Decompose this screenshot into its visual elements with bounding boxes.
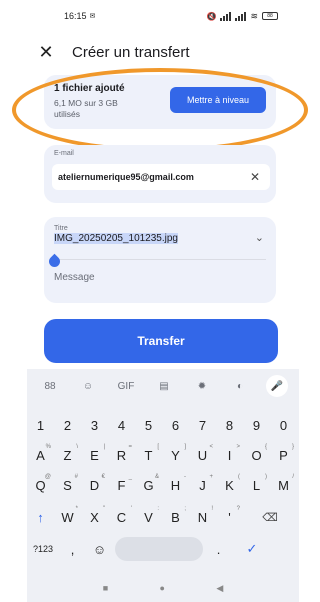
space-bar[interactable] [115, 537, 203, 561]
email-field[interactable]: E-mail ateliernumerique95@gmail.com ✕ [44, 145, 276, 203]
enter-check-icon[interactable]: ✓ [232, 534, 272, 564]
microphone-icon[interactable]: 🎤 [266, 375, 288, 397]
emoji-icon[interactable]: ☺ [86, 534, 113, 564]
email-label: E-mail [54, 150, 74, 157]
key-w[interactable]: W * [54, 502, 81, 532]
signal-icon-2 [235, 11, 247, 21]
title-input[interactable]: IMG_20250205_101235.jpg [54, 233, 178, 244]
upgrade-button[interactable]: Mettre à niveau [170, 87, 266, 113]
key-0[interactable]: 0 [270, 410, 297, 440]
key-j[interactable]: J + [189, 470, 216, 500]
keyboard-toolbar: 88 ☺ GIF ▤ ✹ ◐ 🎤 [27, 369, 299, 403]
palette-icon[interactable]: ◐ [228, 381, 252, 392]
key-u[interactable]: U < [189, 440, 216, 470]
apps-grid-icon[interactable]: 88 [38, 381, 62, 392]
key-q[interactable]: Q @ [27, 470, 54, 500]
letter-row-w: ↑ W * X " C ' V: B; N! '? ⌫ [27, 502, 297, 532]
recipient-email: ateliernumerique95@gmail.com [58, 172, 194, 182]
bottom-row: ?123 , ☺ . ✓ [27, 534, 272, 564]
signal-icon [220, 11, 232, 21]
back-icon[interactable]: ◀ [216, 583, 223, 594]
key-i[interactable]: I > [216, 440, 243, 470]
recents-icon[interactable]: ■ [103, 583, 108, 593]
key-n[interactable]: N! [189, 502, 216, 532]
files-added-label: 1 fichier ajouté [54, 83, 125, 94]
shift-key-icon[interactable]: ↑ [27, 502, 54, 532]
key-p[interactable]: P} [270, 440, 297, 470]
clipboard-icon[interactable]: ▤ [152, 381, 176, 392]
status-bar: 16:15 ✉ 🔇 ≋ 88 [0, 0, 312, 32]
mute-icon: 🔇 [206, 11, 217, 21]
key-7[interactable]: 7 [189, 410, 216, 440]
storage-usage-label: 6,1 MO sur 3 GB utilisés [54, 98, 118, 119]
key-g[interactable]: G & [135, 470, 162, 500]
key-period[interactable]: . [205, 534, 232, 564]
sticker-icon[interactable]: ☺ [76, 381, 100, 392]
number-row: 1 2 3 4 5 6 7 8 9 0 [27, 410, 297, 440]
key-z[interactable]: Z \ [54, 440, 81, 470]
key-x[interactable]: X " [81, 502, 108, 532]
gif-icon[interactable]: GIF [114, 381, 138, 392]
key-r[interactable]: R = [108, 440, 135, 470]
mail-notification-icon: ✉ [89, 13, 96, 20]
key-5[interactable]: 5 [135, 410, 162, 440]
key-6[interactable]: 6 [162, 410, 189, 440]
divider [54, 259, 266, 260]
navigation-bar: ■ ● ◀ [27, 574, 299, 602]
symbols-key[interactable]: ?123 [27, 534, 59, 564]
title-selected-text: IMG_20250205_101235.jpg [54, 233, 178, 244]
key-b[interactable]: B; [162, 502, 189, 532]
key-o[interactable]: O{ [243, 440, 270, 470]
title-label: Titre [54, 225, 68, 232]
key-c[interactable]: C ' [108, 502, 135, 532]
key-d[interactable]: D € [81, 470, 108, 500]
transfer-button[interactable]: Transfer [44, 319, 278, 363]
key-3[interactable]: 3 [81, 410, 108, 440]
settings-gear-icon[interactable]: ✹ [190, 381, 214, 392]
wifi-icon: ≋ [250, 10, 258, 21]
letter-row-a: A% Z \ E | R = T[ Y] U < I > O{ P} [27, 440, 297, 470]
key-y[interactable]: Y] [162, 440, 189, 470]
title-message-card: Titre IMG_20250205_101235.jpg ⌄ Message [44, 217, 276, 303]
key-s[interactable]: S # [54, 470, 81, 500]
key-h[interactable]: H- [162, 470, 189, 500]
chevron-down-icon[interactable]: ⌄ [255, 231, 264, 244]
letter-row-q: Q @ S # D € F _ G & H- J + K( L) M / [27, 470, 297, 500]
key-t[interactable]: T[ [135, 440, 162, 470]
key-f[interactable]: F _ [108, 470, 135, 500]
keyboard: 88 ☺ GIF ▤ ✹ ◐ 🎤 1 2 3 4 5 6 7 8 9 0 A% … [27, 369, 299, 602]
key-l[interactable]: L) [243, 470, 270, 500]
key-comma[interactable]: , [59, 534, 86, 564]
recipient-chip[interactable]: ateliernumerique95@gmail.com ✕ [52, 164, 270, 190]
key-1[interactable]: 1 [27, 410, 54, 440]
backspace-icon[interactable]: ⌫ [243, 502, 297, 532]
key-apostrophe[interactable]: '? [216, 502, 243, 532]
status-time: 16:15 [64, 11, 87, 21]
key-m[interactable]: M / [270, 470, 297, 500]
home-icon[interactable]: ● [160, 583, 165, 593]
storage-card: 1 fichier ajouté 6,1 MO sur 3 GB utilisé… [44, 75, 276, 129]
message-input[interactable]: Message [54, 272, 95, 283]
page-title: Créer un transfert [72, 43, 190, 61]
app-header: ✕ Créer un transfert [0, 36, 312, 68]
key-8[interactable]: 8 [216, 410, 243, 440]
key-a[interactable]: A% [27, 440, 54, 470]
remove-recipient-icon[interactable]: ✕ [250, 170, 260, 184]
key-v[interactable]: V: [135, 502, 162, 532]
key-e[interactable]: E | [81, 440, 108, 470]
close-icon[interactable]: ✕ [34, 40, 58, 64]
key-k[interactable]: K( [216, 470, 243, 500]
key-4[interactable]: 4 [108, 410, 135, 440]
key-9[interactable]: 9 [243, 410, 270, 440]
battery-icon: 88 [262, 12, 278, 20]
key-2[interactable]: 2 [54, 410, 81, 440]
